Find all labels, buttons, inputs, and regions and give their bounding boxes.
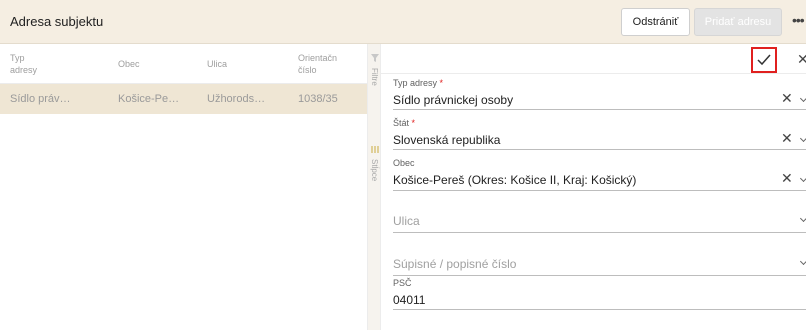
state-field[interactable]: Štát * Slovenská republika ✕ (393, 118, 806, 150)
panel-header: Adresa subjektu Odstrániť Pridať adresu … (0, 0, 806, 44)
state-value: Slovenská republika (393, 133, 501, 147)
address-type-field[interactable]: Typ adresy * Sídlo právnickej osoby ✕ (393, 78, 806, 110)
form-toolbar: ✕ (381, 44, 806, 74)
street-field[interactable]: Ulica (393, 209, 806, 233)
state-label: Štát (393, 118, 410, 128)
table-row[interactable]: Sídlo práv… Košice-Pe… Užhorods… 1038/35 (0, 84, 367, 114)
chevron-down-icon[interactable] (799, 94, 806, 103)
check-icon (757, 54, 771, 66)
cell-orientation-number: 1038/35 (298, 93, 338, 105)
columns-icon[interactable] (371, 146, 379, 153)
zip-field[interactable]: PSČ 04011 (393, 278, 806, 310)
cell-street: Užhorods… (207, 93, 266, 105)
panel-title: Adresa subjektu (10, 14, 104, 29)
chevron-down-icon[interactable] (799, 214, 806, 223)
column-header-street[interactable]: Ulica (207, 58, 227, 70)
clear-icon[interactable]: ✕ (781, 170, 793, 187)
address-type-value: Sídlo právnickej osoby (393, 93, 514, 107)
required-marker: * (411, 118, 416, 128)
side-toolbar: Filtre Stĺpce (367, 44, 381, 330)
filters-label[interactable]: Filtre (370, 68, 379, 86)
municipality-value: Košice-Pereš (Okres: Košice II, Kraj: Ko… (393, 173, 637, 187)
more-horizontal-icon[interactable]: ••• (792, 12, 805, 28)
street-placeholder: Ulica (393, 214, 420, 228)
clear-icon[interactable]: ✕ (781, 130, 793, 147)
columns-label[interactable]: Stĺpce (370, 159, 379, 181)
table-header: Typ adresy Obec Ulica Orientačn číslo (0, 44, 367, 84)
cell-address-type: Sídlo práv… (10, 93, 71, 105)
municipality-field[interactable]: Obec Košice-Pereš (Okres: Košice II, Kra… (393, 158, 806, 191)
funnel-icon[interactable] (371, 54, 379, 62)
chevron-down-icon[interactable] (799, 134, 806, 143)
chevron-down-icon[interactable] (799, 174, 806, 183)
confirm-button[interactable] (751, 47, 777, 73)
column-header-municipality[interactable]: Obec (118, 58, 140, 70)
number-field[interactable]: Súpisné / popisné číslo (393, 252, 806, 276)
zip-label: PSČ (393, 278, 412, 288)
address-table: Typ adresy Obec Ulica Orientačn číslo Sí… (0, 44, 367, 330)
address-type-label: Typ adresy (393, 78, 438, 88)
remove-button[interactable]: Odstrániť (621, 8, 690, 36)
clear-icon[interactable]: ✕ (781, 90, 793, 107)
municipality-label: Obec (393, 158, 415, 168)
column-header-address-type[interactable]: Typ adresy (10, 52, 37, 76)
required-marker: * (439, 78, 444, 88)
address-form: ✕ Typ adresy * Sídlo právnickej osoby ✕ … (381, 44, 806, 330)
cell-municipality: Košice-Pe… (118, 93, 180, 105)
add-address-button[interactable]: Pridať adresu (694, 8, 782, 36)
close-icon[interactable]: ✕ (797, 51, 806, 68)
zip-value: 04011 (393, 293, 426, 307)
column-header-orientation-number[interactable]: Orientačn číslo (298, 52, 337, 76)
number-placeholder: Súpisné / popisné číslo (393, 257, 517, 271)
chevron-down-icon[interactable] (799, 257, 806, 266)
